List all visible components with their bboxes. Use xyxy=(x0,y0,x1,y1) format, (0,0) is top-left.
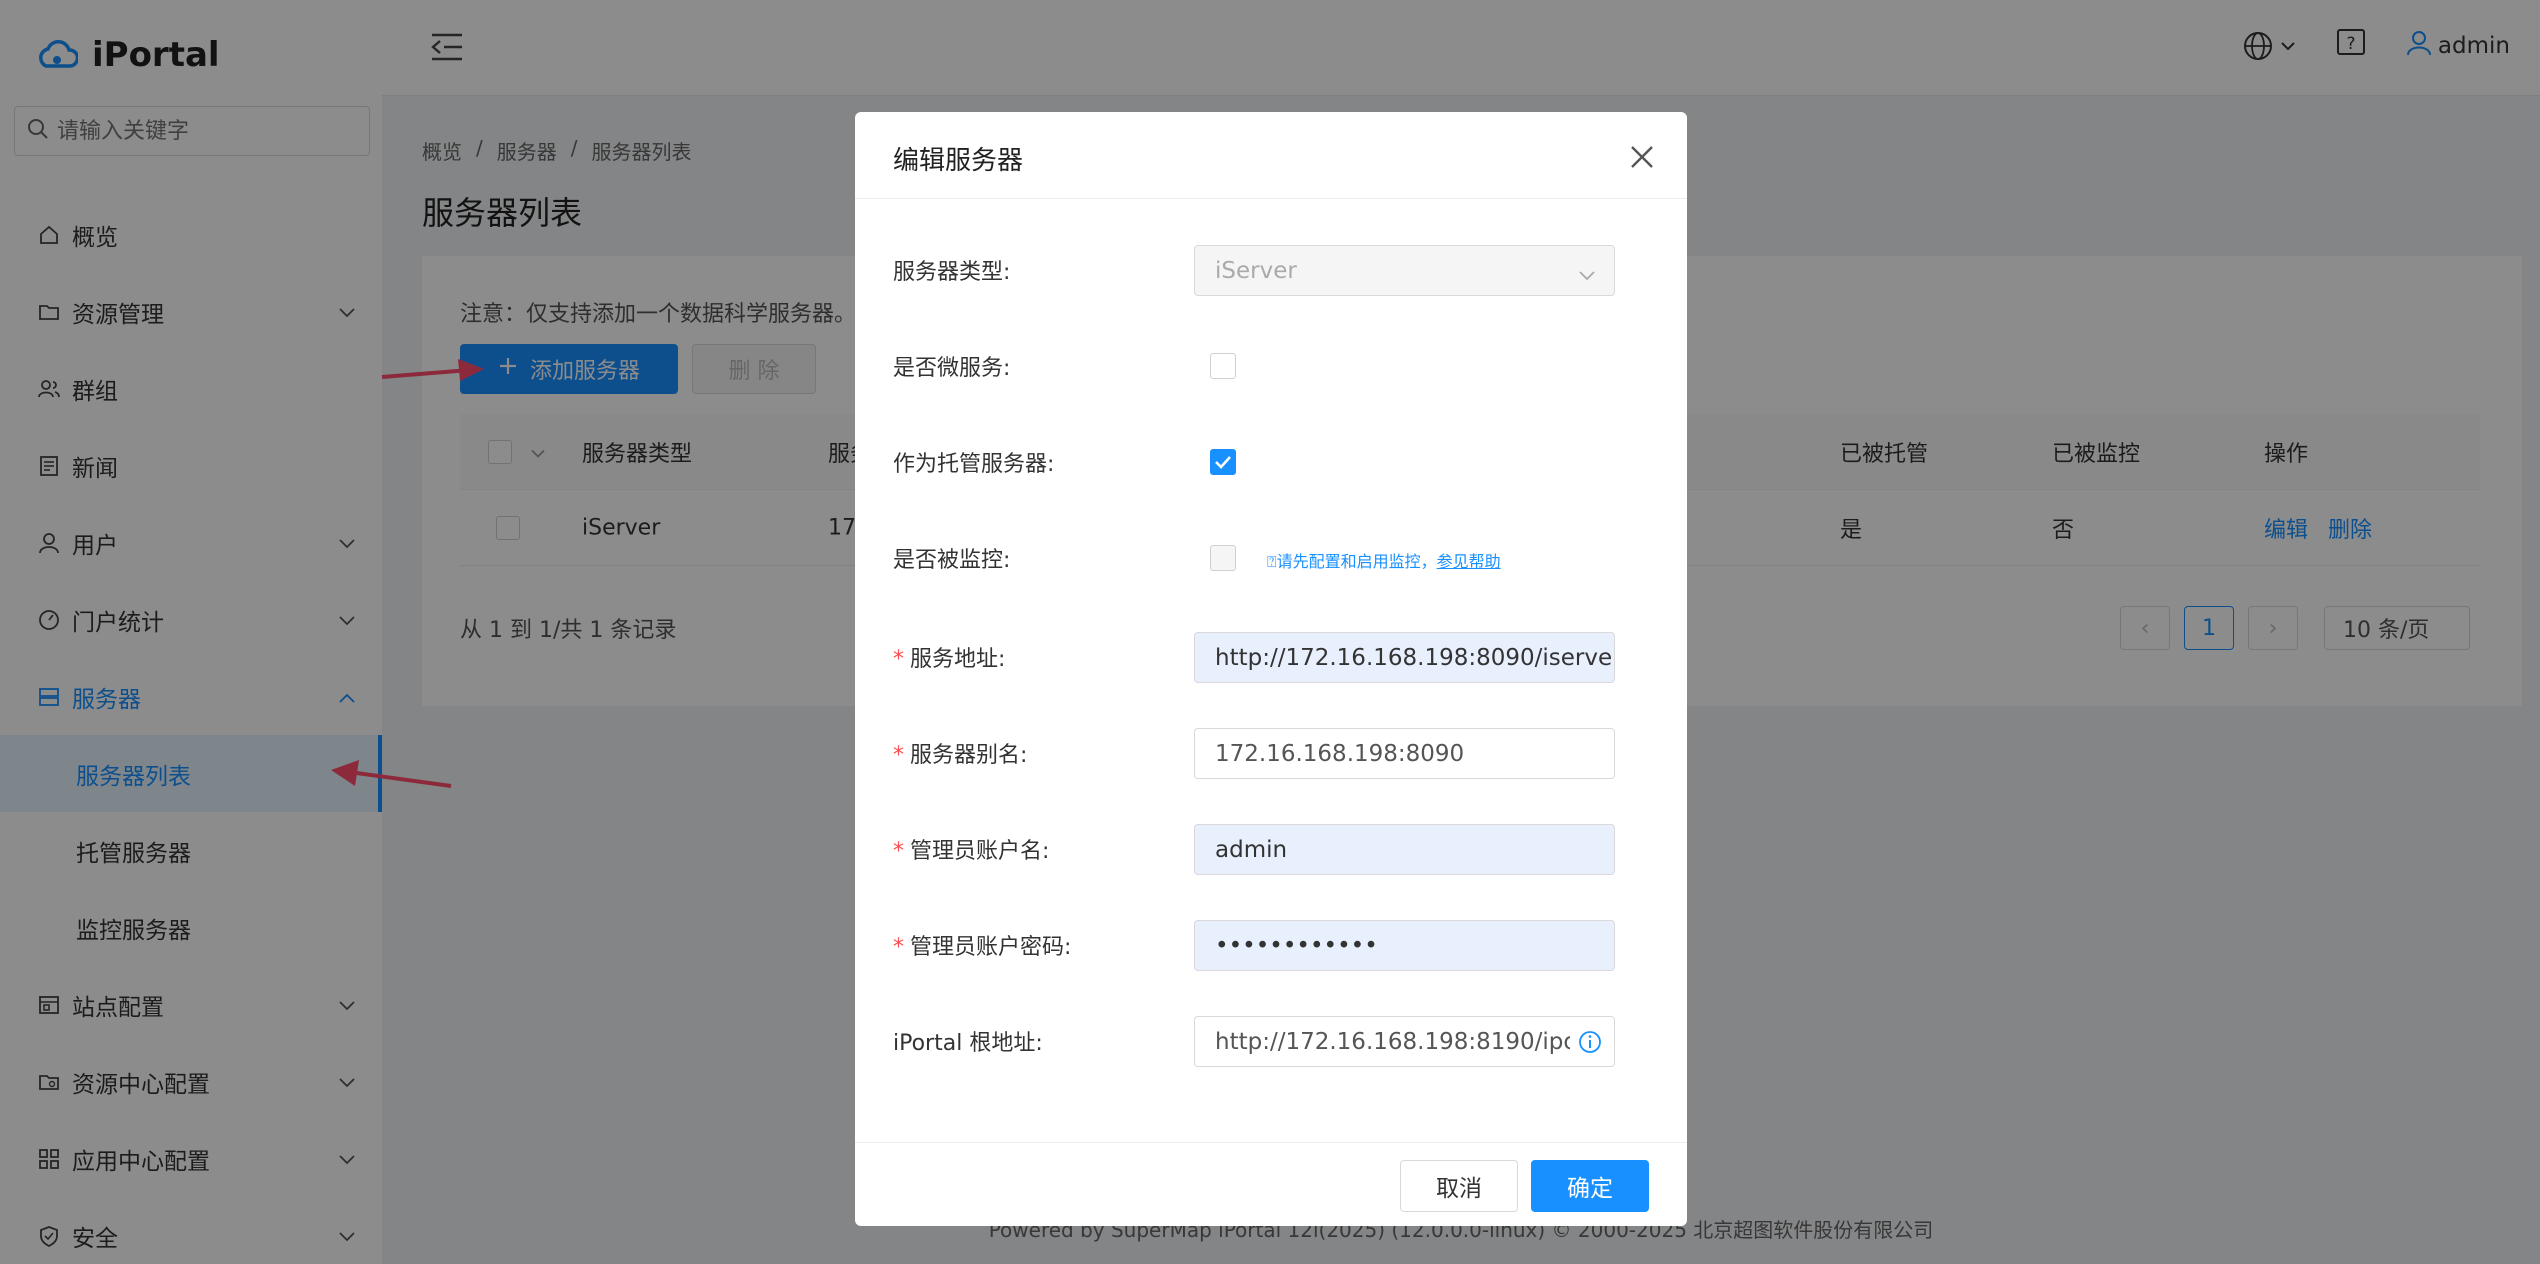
question-circle-icon: ⍰ xyxy=(1267,552,1277,571)
help-link[interactable]: 参见帮助 xyxy=(1437,552,1501,571)
monitor-label: 是否被监控: xyxy=(893,548,1011,573)
chevron-down-icon xyxy=(1578,262,1596,288)
microservice-label: 是否微服务: xyxy=(893,356,1011,381)
admin-user-label-text: 管理员账户名: xyxy=(910,839,1050,864)
confirm-button[interactable]: 确定 xyxy=(1531,1160,1649,1212)
address-input[interactable]: http://172.16.168.198:8090/iserver xyxy=(1194,632,1615,683)
alias-input[interactable]: 172.16.168.198:8090 xyxy=(1194,728,1615,779)
address-label-text: 服务地址: xyxy=(910,647,1006,672)
admin-password-label: * 管理员账户密码: xyxy=(893,935,1072,960)
check-icon xyxy=(1215,456,1231,469)
edit-server-dialog: 编辑服务器 服务器类型: iServer 是否微服务: 作为托管服务器: 是否被… xyxy=(855,112,1687,1226)
admin-password-input[interactable]: •••••••••••• xyxy=(1194,920,1615,971)
admin-password-label-text: 管理员账户密码: xyxy=(910,935,1072,960)
monitor-checkbox[interactable] xyxy=(1210,545,1236,571)
monitor-hint-text: 请先配置和启用监控， xyxy=(1276,552,1437,571)
alias-label: * 服务器别名: xyxy=(893,743,1028,768)
close-icon[interactable] xyxy=(1627,142,1657,172)
microservice-checkbox[interactable] xyxy=(1210,353,1236,379)
monitor-hint: ⍰请先配置和启用监控，参见帮助 xyxy=(1267,548,1501,572)
root-address-value: http://172.16.168.198:8190/iporta xyxy=(1215,1028,1570,1055)
server-type-label: 服务器类型: xyxy=(893,260,1011,285)
dialog-footer-divider xyxy=(855,1142,1687,1143)
root-address-label: iPortal 根地址: xyxy=(893,1031,1043,1056)
dialog-title: 编辑服务器 xyxy=(893,146,1024,176)
dialog-divider xyxy=(855,198,1687,199)
alias-label-text: 服务器别名: xyxy=(910,743,1028,768)
info-icon[interactable] xyxy=(1578,1030,1602,1060)
hosting-checkbox[interactable] xyxy=(1210,449,1236,475)
server-type-value: iServer xyxy=(1215,257,1297,284)
admin-user-input[interactable]: admin xyxy=(1194,824,1615,875)
hosting-label: 作为托管服务器: xyxy=(893,452,1055,477)
server-type-select[interactable]: iServer xyxy=(1194,245,1615,296)
admin-user-label: * 管理员账户名: xyxy=(893,839,1050,864)
address-label: * 服务地址: xyxy=(893,647,1006,672)
root-address-input[interactable]: http://172.16.168.198:8190/iporta xyxy=(1194,1016,1615,1067)
cancel-button[interactable]: 取消 xyxy=(1400,1160,1518,1212)
